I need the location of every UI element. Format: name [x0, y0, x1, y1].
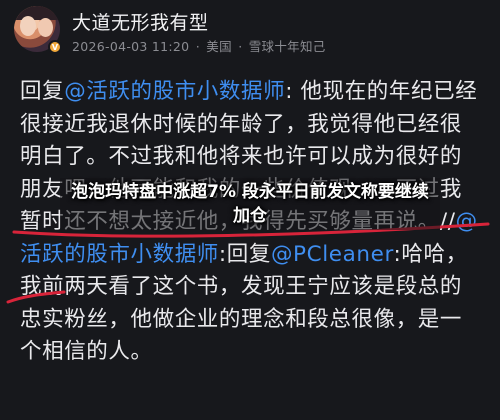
post-meta: 2026-04-03 11:20 · 美国 · 雪球十年知己 — [72, 36, 328, 55]
verified-badge-icon: V — [48, 40, 62, 54]
meta-separator: · — [195, 39, 201, 54]
post-location: 美国 — [206, 39, 232, 54]
post-date: 2026-04-03 11:20 — [72, 39, 190, 54]
reply-label: 回复 — [20, 79, 65, 104]
mention-link[interactable]: @PCleaner — [271, 242, 394, 267]
reply-label: :回复 — [218, 241, 271, 267]
author-name[interactable]: 大道无形我有型 — [72, 8, 209, 35]
meta-separator: · — [238, 39, 243, 54]
mention-link[interactable]: @活跃的股市小数据师 — [64, 79, 285, 104]
post-source: 雪球十年知己 — [248, 39, 326, 54]
post-header: V 大道无形我有型 2026-04-03 11:20 · 美国 · 雪球十年知己 — [14, 6, 484, 58]
headline-overlay: 泡泡玛特盘中涨超7% 段永平日前发文称要继续加仓 — [60, 178, 440, 230]
